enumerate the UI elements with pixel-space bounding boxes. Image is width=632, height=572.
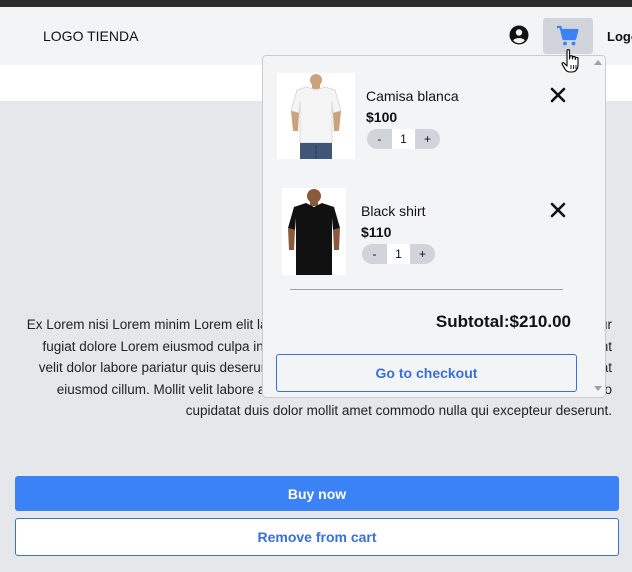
decrease-quantity-button[interactable]: - xyxy=(367,129,392,149)
divider xyxy=(290,289,563,290)
dropdown-scrollbar[interactable] xyxy=(592,56,605,397)
increase-quantity-button[interactable]: + xyxy=(415,129,440,149)
window-top-bar xyxy=(0,0,632,7)
white-shirt-image xyxy=(290,74,342,159)
cart-item-price: $100 xyxy=(366,109,398,125)
buy-now-button[interactable]: Buy now xyxy=(15,476,619,511)
cart-dropdown[interactable]: Camisa blanca $100 - 1 + Black shirt $11… xyxy=(262,55,606,398)
black-shirt-image xyxy=(288,189,340,275)
remove-from-cart-button[interactable]: Remove from cart xyxy=(15,518,619,556)
cart-item-price: $110 xyxy=(361,224,392,240)
scroll-down-arrow-icon[interactable] xyxy=(594,386,602,391)
shopping-cart-icon xyxy=(557,25,579,46)
quantity-value[interactable]: 1 xyxy=(392,129,415,149)
quantity-stepper: - 1 + xyxy=(367,129,440,149)
product-thumbnail xyxy=(277,73,355,159)
close-icon[interactable] xyxy=(550,87,566,103)
cart-subtotal: Subtotal:$210.00 xyxy=(435,312,571,331)
checkout-button[interactable]: Go to checkout xyxy=(276,354,577,392)
product-thumbnail xyxy=(282,188,346,275)
close-icon[interactable] xyxy=(550,202,566,218)
user-circle-icon[interactable] xyxy=(509,25,529,45)
cart-item-name: Black shirt xyxy=(361,203,426,219)
quantity-value[interactable]: 1 xyxy=(387,244,410,264)
decrease-quantity-button[interactable]: - xyxy=(362,244,387,264)
login-link[interactable]: Logo xyxy=(607,29,632,44)
store-logo[interactable]: LOGO TIENDA xyxy=(43,28,138,44)
quantity-stepper: - 1 + xyxy=(362,244,435,264)
scroll-up-arrow-icon[interactable] xyxy=(594,60,602,65)
increase-quantity-button[interactable]: + xyxy=(410,244,435,264)
cart-item-name: Camisa blanca xyxy=(366,88,459,104)
hand-pointer-cursor-icon xyxy=(561,49,579,73)
